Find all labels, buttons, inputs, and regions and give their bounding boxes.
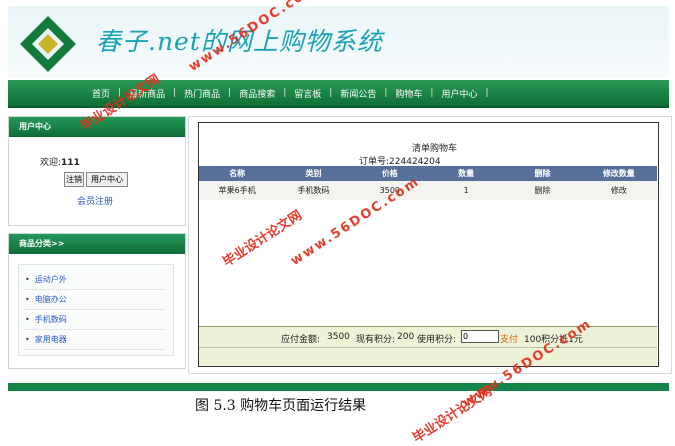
col-modify: 修改数量 (580, 166, 657, 181)
user-panel-title: 用户中心 (9, 117, 185, 137)
nav-list: 首页 | 最新商品 | 热门商品 | 商品搜索 | 留言板 | 新闻公告 | 购物车 | 用户… (92, 80, 497, 106)
delete-link[interactable]: 删除 (504, 181, 581, 200)
user-center-panel: 用户中心 (8, 116, 186, 226)
main-nav: 首页 | 最新商品 | 热门商品 | 商品搜索 | 留言板 | 新闻公告 | 购物车 | 用户… (8, 80, 669, 108)
register-link[interactable]: 会员注册 (77, 194, 113, 207)
site-title: 春子.net的网上购物系统 (96, 27, 383, 56)
bullet-icon: • (25, 275, 30, 284)
use-points-label: 使用积分: (417, 335, 457, 345)
cell-price: 3500 (351, 181, 428, 200)
nav-item-cart[interactable]: 购物车 | (395, 87, 441, 100)
col-category: 类别 (275, 166, 352, 181)
cell-category: 手机数码 (275, 181, 352, 200)
diamond-logo-icon (20, 16, 76, 72)
category-panel-title: 商品分类>> (9, 234, 185, 254)
pay-link[interactable]: 支付 (500, 332, 518, 345)
nav-item-home[interactable]: 首页 | (92, 87, 129, 100)
category-list: • 运动户外 • 电脑办公 • 手机数码 • 家用电器 (25, 270, 165, 350)
nav-item-news[interactable]: 新闻公告 | (340, 87, 395, 100)
category-item-sports[interactable]: • 运动户外 (25, 270, 165, 290)
bullet-icon: • (25, 315, 30, 324)
welcome-text: 欢迎:111 (40, 158, 80, 168)
table-row: 苹果6手机 手机数码 3500 1 删除 修改 (199, 181, 657, 200)
col-name: 名称 (199, 166, 276, 181)
totals-bar: 应付金额: 3500 现有积分: 200 使用积分: 支付 100积分抵1元 (199, 326, 657, 347)
nav-item-hot-products[interactable]: 热门商品 | (184, 87, 239, 100)
category-item-phones[interactable]: • 手机数码 (25, 310, 165, 330)
cart-footer-bar (199, 347, 657, 366)
points-value: 200 (397, 332, 415, 342)
cell-quantity: 1 (427, 181, 505, 200)
category-item-computers[interactable]: • 电脑办公 (25, 290, 165, 310)
footer-bar (8, 383, 669, 391)
amount-value: 3500 (327, 332, 350, 342)
logout-button[interactable]: 注销 (64, 172, 84, 187)
nav-item-user-center[interactable]: 用户中心 | (441, 87, 496, 100)
use-points-input[interactable] (461, 330, 499, 343)
col-delete: 删除 (504, 166, 581, 181)
nav-item-guestbook[interactable]: 留言板 | (294, 87, 340, 100)
username: 111 (61, 158, 80, 168)
bullet-icon: • (25, 335, 30, 344)
table-header-row: 名称 类别 价格 数量 删除 修改数量 (199, 166, 657, 181)
bullet-icon: • (25, 295, 30, 304)
cart-table: 名称 类别 价格 数量 删除 修改数量 苹果6手机 手机数码 3500 1 删除… (199, 166, 657, 200)
points-rule: 100积分抵1元 (524, 335, 583, 345)
modify-link[interactable]: 修改 (580, 181, 657, 200)
points-label: 现有积分: (356, 335, 396, 345)
figure-caption: 图 5.3 购物车页面运行结果 (195, 398, 367, 414)
category-item-appliances[interactable]: • 家用电器 (25, 330, 165, 350)
amount-label: 应付金额: (281, 335, 321, 345)
user-center-button[interactable]: 用户中心 (86, 172, 128, 187)
cell-name: 苹果6手机 (199, 181, 276, 200)
col-price: 价格 (351, 166, 428, 181)
cart-title: 清单购物车 (412, 144, 458, 154)
nav-item-product-search[interactable]: 商品搜索 | (239, 87, 294, 100)
col-quantity: 数量 (427, 166, 505, 181)
nav-item-new-products[interactable]: 最新商品 | (129, 87, 184, 100)
